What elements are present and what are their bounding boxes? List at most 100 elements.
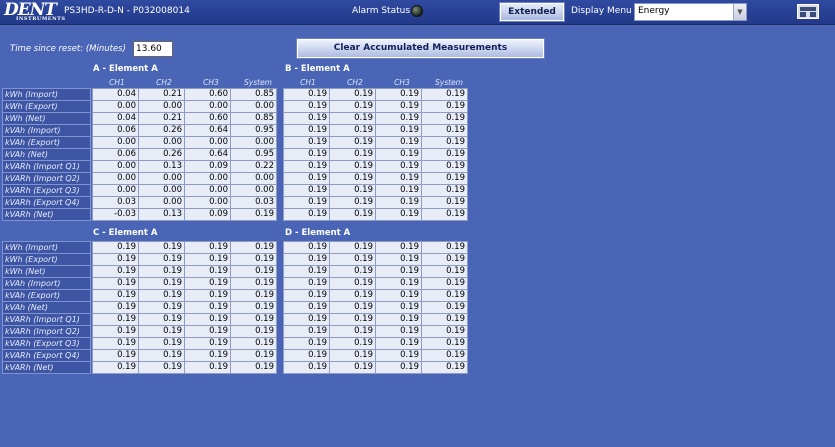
row-labels-bottom: kWh (Import) kWh (Export) kWh (Net) kVAh (I… (2, 241, 91, 374)
value-cell: 0.19 (92, 253, 139, 266)
value-cell: 0.19 (184, 349, 231, 362)
value-cell: 0.00 (184, 196, 231, 209)
value-cell: 0.26 (138, 124, 185, 137)
value-cell: 0.19 (421, 265, 468, 278)
value-cell: 0.19 (329, 184, 376, 197)
table-row: kVAh (Export) (2, 136, 91, 149)
value-cell: 0.19 (230, 277, 277, 290)
value-cell: 0.03 (230, 196, 277, 209)
row-label: kVARh (Import Q2) (2, 325, 91, 338)
value-cell: 0.00 (138, 100, 185, 113)
value-cell: 0.19 (329, 196, 376, 209)
value-cell: 0.00 (230, 100, 277, 113)
value-cell: 0.19 (329, 265, 376, 278)
table-row: 0.19 0.19 0.19 0.19 (283, 277, 468, 290)
value-cell: 0.00 (92, 100, 139, 113)
value-cell: 0.19 (329, 313, 376, 326)
keyboard-icon-key-right (810, 12, 816, 17)
alarm-led-icon (411, 5, 423, 17)
col-header-ch3: CH3 (203, 78, 219, 87)
col-header-ch1: CH1 (109, 78, 125, 87)
time-since-reset-field[interactable]: 13.60 (133, 41, 173, 57)
value-cell: 0.04 (92, 88, 139, 101)
value-cell: 0.19 (421, 184, 468, 197)
value-cell: 0.64 (184, 148, 231, 161)
table-row: kWh (Export) (2, 253, 91, 266)
value-cell: 0.19 (138, 325, 185, 338)
table-row: 0.19 0.19 0.19 0.19 (283, 136, 468, 149)
table-row: 0.19 0.19 0.19 0.19 (283, 313, 468, 326)
table-row: kVAh (Import) (2, 277, 91, 290)
value-cell: 0.19 (138, 361, 185, 374)
value-cell: 0.19 (283, 100, 330, 113)
value-cell: 0.19 (184, 313, 231, 326)
table-row: kVARh (Import Q2) (2, 325, 91, 338)
row-label: kVARh (Export Q3) (2, 184, 91, 197)
table-row: 0.19 0.19 0.19 0.19 (283, 325, 468, 338)
section-a-title: A - Element A (93, 64, 158, 74)
value-cell: 0.19 (184, 289, 231, 302)
logo-sub-text: INSTRUMENTS (16, 16, 66, 22)
display-menu-label: Display Menu (571, 6, 632, 16)
value-cell: 0.19 (329, 112, 376, 125)
table-row: kVARh (Net) (2, 361, 91, 374)
table-row: kWh (Export) (2, 100, 91, 113)
extended-button[interactable]: Extended (500, 3, 564, 21)
value-cell: 0.19 (375, 253, 422, 266)
value-cell: 0.19 (283, 196, 330, 209)
table-row: 0.00 0.00 0.00 0.00 (92, 136, 277, 149)
value-cell: 0.19 (375, 208, 422, 221)
value-cell: 0.19 (375, 184, 422, 197)
table-row: 0.06 0.26 0.64 0.95 (92, 124, 277, 137)
table-row: kVARh (Net) (2, 208, 91, 221)
col-header-ch1: CH1 (300, 78, 316, 87)
value-cell: 0.19 (421, 208, 468, 221)
value-cell: 0.19 (421, 337, 468, 350)
value-cell: 0.19 (329, 172, 376, 185)
value-cell: 0.19 (138, 301, 185, 314)
value-cell: 0.19 (375, 313, 422, 326)
value-cell: 0.19 (375, 277, 422, 290)
values-table-d: 0.19 0.19 0.19 0.19 0.19 0.19 0.19 0.19 0.19 0.19… (283, 241, 468, 374)
table-row: 0.19 0.19 0.19 0.19 (283, 184, 468, 197)
value-cell: 0.19 (329, 277, 376, 290)
value-cell: 0.19 (283, 349, 330, 362)
value-cell: 0.19 (375, 196, 422, 209)
value-cell: 0.19 (421, 325, 468, 338)
value-cell: 0.19 (421, 349, 468, 362)
value-cell: 0.19 (283, 301, 330, 314)
row-labels-top: kWh (Import) kWh (Export) kWh (Net) kVAh (I… (2, 88, 91, 221)
table-row: 0.03 0.00 0.00 0.03 (92, 196, 277, 209)
display-menu-select[interactable]: Energy ▼ (634, 3, 747, 21)
value-cell: 0.19 (283, 172, 330, 185)
table-row: 0.19 0.19 0.19 0.19 (283, 241, 468, 254)
value-cell: 0.00 (92, 172, 139, 185)
keyboard-icon[interactable] (797, 4, 819, 19)
chevron-down-icon[interactable]: ▼ (733, 4, 746, 20)
value-cell: 0.19 (375, 289, 422, 302)
value-cell: 0.19 (421, 112, 468, 125)
value-cell: 0.00 (138, 184, 185, 197)
table-row: kVAh (Import) (2, 124, 91, 137)
value-cell: 0.19 (421, 196, 468, 209)
value-cell: 0.00 (230, 136, 277, 149)
value-cell: 0.19 (138, 289, 185, 302)
table-row: kWh (Import) (2, 88, 91, 101)
clear-accumulated-button[interactable]: Clear Accumulated Measurements (297, 39, 544, 58)
row-label: kVARh (Import Q1) (2, 160, 91, 173)
value-cell: 0.19 (421, 289, 468, 302)
value-cell: 0.19 (283, 124, 330, 137)
value-cell: 0.19 (283, 337, 330, 350)
value-cell: 0.19 (375, 88, 422, 101)
value-cell: 0.19 (138, 349, 185, 362)
value-cell: 0.19 (230, 337, 277, 350)
table-row: 0.19 0.19 0.19 0.19 (92, 265, 277, 278)
section-b-title: B - Element A (285, 64, 350, 74)
value-cell: 0.19 (421, 160, 468, 173)
table-row: 0.04 0.21 0.60 0.85 (92, 112, 277, 125)
value-cell: 0.19 (283, 184, 330, 197)
value-cell: 0.19 (329, 349, 376, 362)
value-cell: 0.00 (138, 172, 185, 185)
value-cell: 0.19 (92, 313, 139, 326)
table-row: kVARh (Import Q1) (2, 160, 91, 173)
